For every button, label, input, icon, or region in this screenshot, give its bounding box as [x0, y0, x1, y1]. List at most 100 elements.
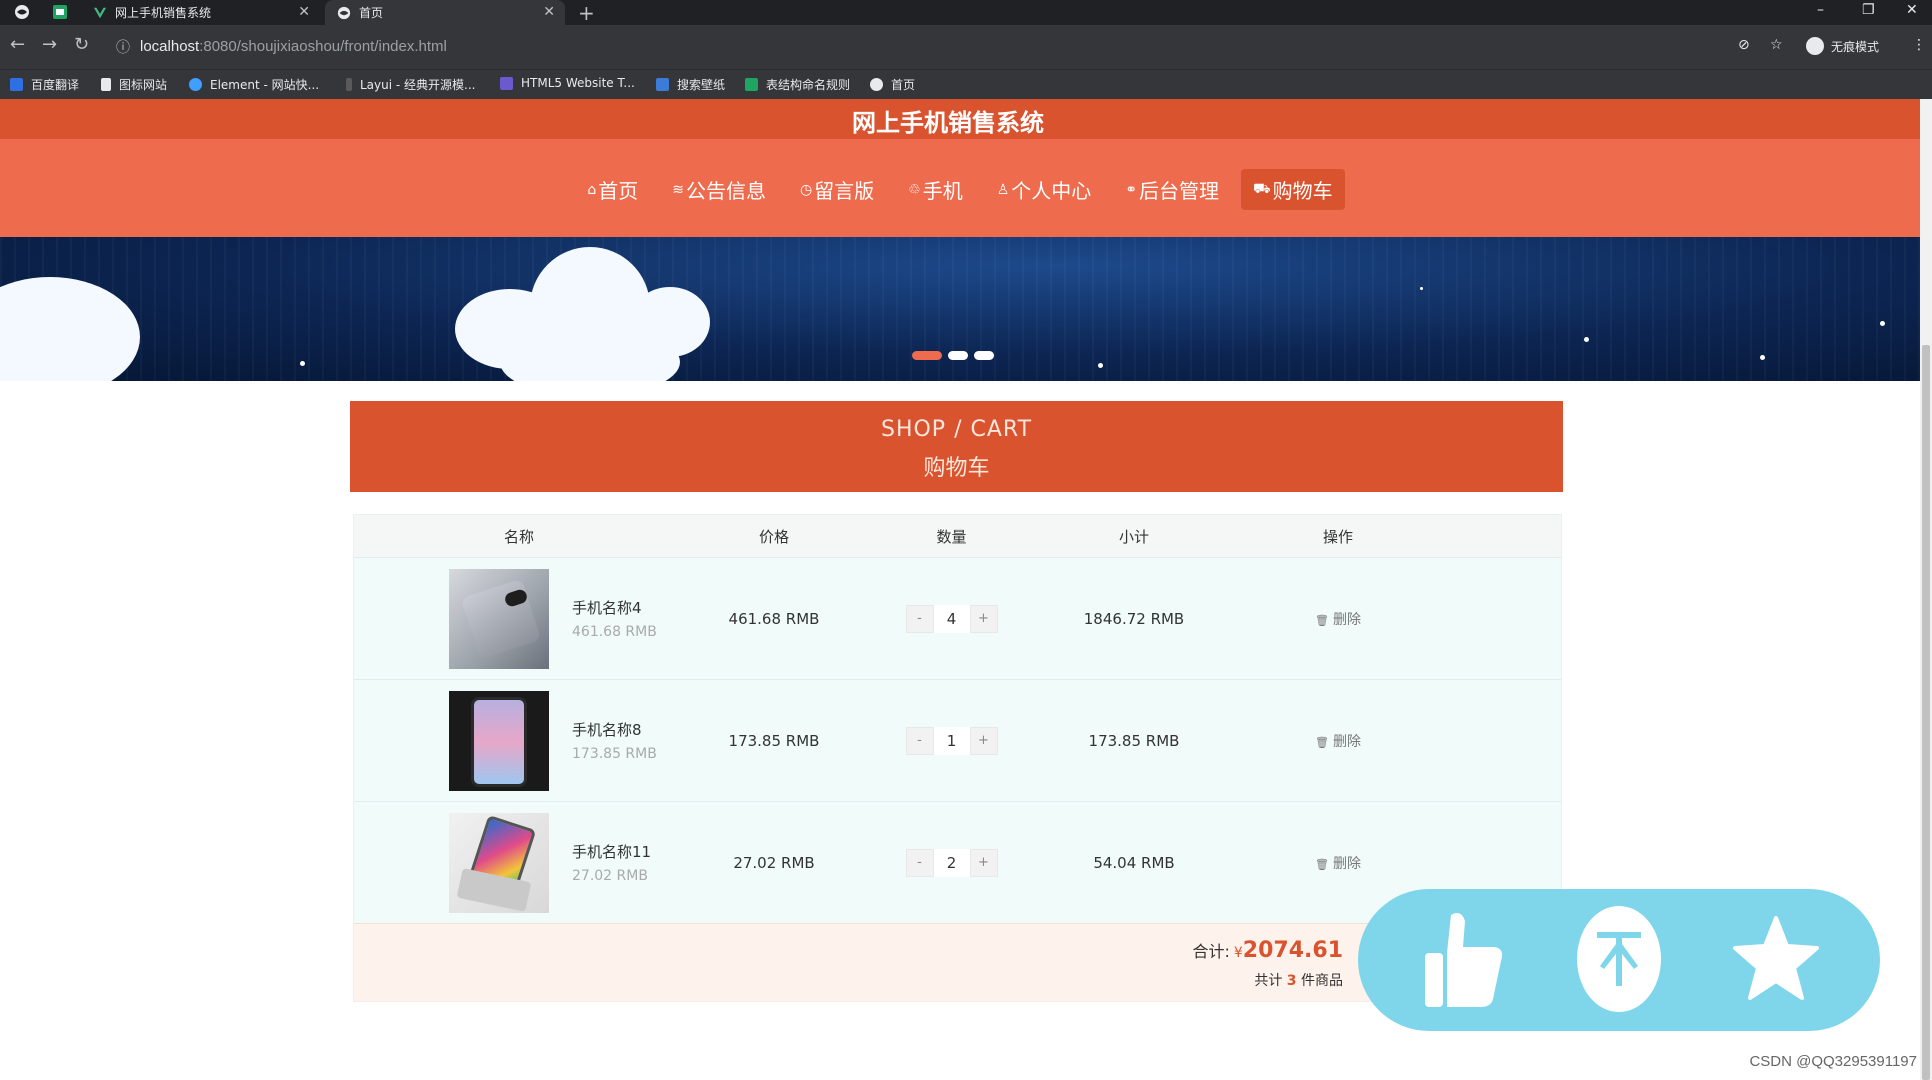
trash-icon: 🗑 — [1315, 735, 1329, 749]
product-name[interactable]: 手机名称11 — [572, 841, 651, 862]
nav-notices[interactable]: ≋ 公告信息 — [660, 169, 778, 210]
carousel-dot[interactable] — [912, 351, 942, 360]
globe-icon — [870, 78, 883, 91]
nav-admin[interactable]: ⚭ 后台管理 — [1113, 169, 1231, 210]
cart-heading-en: SHOP / CART — [880, 417, 1033, 442]
globe-icon — [337, 6, 351, 19]
quantity-input[interactable]: 2 — [933, 848, 970, 877]
eye-off-icon[interactable]: ⊘ — [1738, 37, 1750, 53]
back-icon[interactable]: ← — [10, 34, 25, 55]
sheet-icon — [745, 78, 758, 91]
nav-home[interactable]: ⌂ 首页 — [575, 169, 650, 210]
increment-button[interactable]: + — [969, 726, 998, 755]
url-path: :8080/shoujixiaoshou/front/index.html — [199, 38, 447, 55]
coin-icon[interactable] — [1569, 906, 1669, 1012]
profile-label: 无痕模式 — [1831, 39, 1880, 54]
minimize-icon[interactable]: – — [1817, 2, 1824, 18]
nav-profile[interactable]: ♙ 个人中心 — [985, 169, 1104, 210]
thumbs-up-icon[interactable] — [1413, 909, 1513, 1009]
decrement-button[interactable]: - — [905, 604, 934, 633]
tab-home[interactable]: 首页 ✕ — [325, 0, 565, 25]
subtotal-cell: 1846.72 RMB — [1083, 609, 1185, 628]
restore-icon[interactable]: ❐ — [1862, 2, 1875, 18]
star-dot — [1760, 355, 1765, 360]
table-row: 手机名称8 173.85 RMB 173.85 RMB -1 + 173.85 R… — [354, 679, 1561, 801]
increment-button[interactable]: + — [969, 604, 998, 633]
bookmark-star-icon[interactable]: ☆ — [1770, 37, 1783, 53]
wallpaper-icon — [656, 78, 669, 91]
window-close-icon[interactable]: ✕ — [1906, 2, 1918, 18]
table-header: 名称 价格 数量 小计 操作 — [354, 515, 1561, 557]
carousel-dot[interactable] — [974, 351, 994, 360]
decrement-button[interactable]: - — [905, 848, 934, 877]
menu-icon[interactable]: ⋮ — [1912, 37, 1926, 53]
product-image[interactable] — [449, 812, 549, 913]
table-row: 手机名称11 27.02 RMB 27.02 RMB -2 + 54.04 RMB… — [354, 801, 1561, 923]
product-name[interactable]: 手机名称8 — [572, 719, 657, 740]
currency-symbol: ¥ — [1233, 945, 1243, 961]
price-cell: 27.02 RMB — [733, 853, 815, 872]
tab-site-title[interactable]: 网上手机销售系统 ✕ — [85, 0, 320, 25]
price-cell: 173.85 RMB — [728, 731, 820, 750]
product-unit-price: 27.02 RMB — [572, 868, 648, 884]
product-unit-price: 173.85 RMB — [572, 746, 657, 762]
site-header: 网上手机销售系统 — [0, 99, 1920, 139]
quantity-input[interactable]: 4 — [933, 604, 970, 633]
trash-icon: 🗑 — [1315, 613, 1329, 627]
phone-icon: ♲ — [908, 181, 921, 198]
decrement-button[interactable]: - — [905, 726, 934, 755]
nav-messages[interactable]: ◷ 留言版 — [788, 169, 886, 210]
star-dot — [300, 361, 305, 366]
delete-button[interactable]: 🗑 删除 — [1315, 734, 1361, 750]
nav-phones[interactable]: ♲ 手机 — [896, 169, 975, 210]
nav-cart[interactable]: ⛟ 购物车 — [1241, 169, 1345, 210]
main-nav: ⌂ 首页 ≋ 公告信息 ◷ 留言版 ♲ 手机 ♙ 个人中心 ⚭ 后台管理 ⛟ 购物车 — [0, 139, 1920, 237]
cart-icon: ⛟ — [1253, 180, 1271, 197]
profile-button[interactable]: 无痕模式 — [1806, 37, 1879, 55]
element-icon — [189, 78, 202, 91]
bookmark-item[interactable]: Layui - 经典开源模... — [346, 76, 475, 93]
scrollbar-thumb[interactable] — [1922, 345, 1930, 1080]
forward-icon[interactable]: → — [42, 34, 57, 55]
close-icon[interactable]: ✕ — [298, 4, 310, 20]
vue-icon — [93, 7, 107, 18]
column-header: 操作 — [1322, 527, 1353, 546]
trash-icon: 🗑 — [1315, 857, 1329, 871]
cart-total: 合计: ¥2074.61 — [1192, 938, 1343, 963]
product-name[interactable]: 手机名称4 — [572, 597, 657, 618]
delete-button[interactable]: 🗑 删除 — [1315, 612, 1361, 628]
star-favorite-icon[interactable] — [1726, 909, 1826, 1009]
info-icon[interactable]: ⓘ — [116, 37, 130, 57]
bookmark-item[interactable]: Element - 网站快... — [189, 76, 319, 93]
delete-button[interactable]: 🗑 删除 — [1315, 856, 1361, 872]
quantity-input[interactable]: 1 — [933, 726, 970, 755]
globe-icon[interactable] — [14, 4, 30, 20]
page-scrollbar[interactable] — [1920, 99, 1932, 1080]
column-header: 价格 — [758, 527, 789, 546]
bookmark-item[interactable]: HTML5 Website T... — [500, 76, 635, 90]
bookmark-item[interactable]: 表结构命名规则 — [745, 76, 850, 93]
sheet-icon[interactable] — [52, 4, 68, 20]
product-image[interactable] — [449, 568, 549, 669]
home-icon: ⌂ — [587, 181, 597, 198]
product-image[interactable] — [449, 690, 549, 791]
reaction-overlay — [1358, 889, 1880, 1031]
quantity-stepper: -1 + — [905, 726, 998, 755]
new-tab-icon[interactable]: + — [578, 1, 595, 25]
url-field[interactable]: localhost:8080/shoujixiaoshou/front/inde… — [140, 38, 447, 55]
product-unit-price: 461.68 RMB — [572, 624, 657, 640]
close-icon[interactable]: ✕ — [543, 4, 555, 20]
carousel-dot[interactable] — [948, 351, 968, 360]
increment-button[interactable]: + — [969, 848, 998, 877]
bookmark-item[interactable]: 搜索壁纸 — [656, 76, 725, 93]
star-dot — [1420, 287, 1423, 290]
bookmark-item[interactable]: 图标网站 — [101, 76, 167, 93]
cart-heading-cn: 购物车 — [923, 456, 990, 481]
browser-tab-strip: 网上手机销售系统 ✕ 首页 ✕ + – ❐ ✕ — [0, 0, 1932, 25]
bookmark-item[interactable]: 百度翻译 — [10, 76, 79, 93]
tab-label: 网上手机销售系统 — [115, 6, 212, 20]
reload-icon[interactable]: ↻ — [74, 34, 89, 55]
user-icon: ♙ — [996, 181, 1010, 198]
bookmark-item[interactable]: 首页 — [870, 76, 915, 93]
banner-carousel[interactable] — [0, 237, 1920, 381]
